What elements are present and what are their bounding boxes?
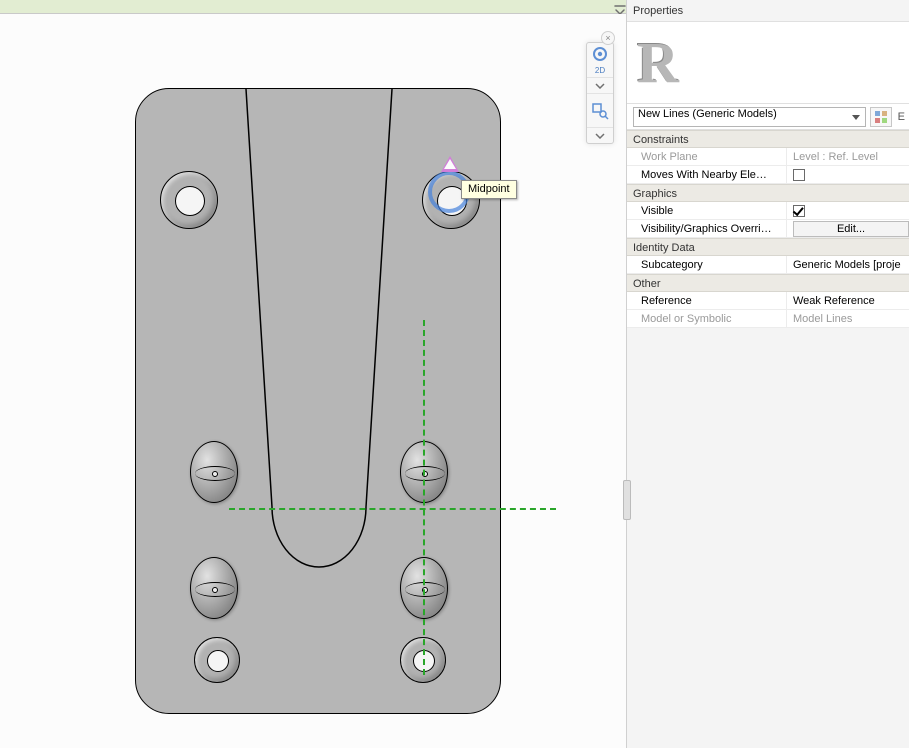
- panel-resize-handle[interactable]: [623, 480, 631, 520]
- prop-moves-with-nearby-label: Moves With Nearby Ele…: [627, 166, 787, 183]
- prop-work-plane-value: Level : Ref. Level: [787, 148, 909, 165]
- section-constraints-header[interactable]: Constraints: [627, 130, 909, 148]
- revit-logo-icon: R: [637, 29, 676, 96]
- navigation-bar: × 2D: [586, 42, 614, 144]
- prop-model-or-symbolic-label: Model or Symbolic: [627, 310, 787, 327]
- model-hole-top-left[interactable]: [160, 171, 218, 229]
- navbar-close-icon[interactable]: ×: [601, 31, 615, 45]
- prop-moves-with-nearby: Moves With Nearby Ele…: [627, 166, 909, 184]
- model-boss-lower-left[interactable]: [190, 557, 238, 619]
- visibility-overrides-edit-button[interactable]: Edit...: [793, 221, 909, 237]
- prop-work-plane-label: Work Plane: [627, 148, 787, 165]
- visible-checkbox[interactable]: [793, 205, 805, 217]
- section-graphics-header[interactable]: Graphics: [627, 184, 909, 202]
- edit-type-label-fragment: E: [896, 111, 905, 123]
- type-selector-dropdown[interactable]: New Lines (Generic Models): [633, 107, 866, 127]
- properties-blank-area: [627, 328, 909, 748]
- prop-subcategory-value[interactable]: Generic Models [proje: [787, 256, 909, 273]
- prop-visibility-overrides-label: Visibility/Graphics Overri…: [627, 220, 787, 237]
- properties-type-image: R: [627, 22, 909, 104]
- steering-wheel-mode-label: 2D: [591, 67, 609, 75]
- edit-type-button[interactable]: [870, 107, 892, 127]
- prop-visible-label: Visible: [627, 202, 787, 219]
- prop-subcategory: Subcategory Generic Models [proje: [627, 256, 909, 274]
- prop-model-or-symbolic-value: Model Lines: [787, 310, 909, 327]
- model-boss-upper-left[interactable]: [190, 441, 238, 503]
- prop-visibility-overrides: Visibility/Graphics Overri… Edit...: [627, 220, 909, 238]
- model-hole-bottom-left[interactable]: [194, 637, 240, 683]
- prop-reference-label: Reference: [627, 292, 787, 309]
- section-other-header[interactable]: Other: [627, 274, 909, 292]
- prop-subcategory-label: Subcategory: [627, 256, 787, 273]
- reference-crosshair-horizontal: [229, 508, 556, 510]
- steering-wheel-chevron-icon[interactable]: [587, 77, 613, 93]
- properties-panel-title: Properties: [627, 0, 909, 22]
- drawing-canvas[interactable]: Midpoint × 2D: [0, 14, 626, 748]
- snap-tooltip: Midpoint: [461, 180, 517, 199]
- zoom-chevron-icon[interactable]: [587, 127, 613, 143]
- properties-grid: Constraints Work Plane Level : Ref. Leve…: [627, 130, 909, 748]
- zoom-region-button[interactable]: [587, 93, 613, 127]
- prop-visible: Visible: [627, 202, 909, 220]
- type-selector-row: New Lines (Generic Models) E: [627, 104, 909, 130]
- prop-reference: Reference Weak Reference: [627, 292, 909, 310]
- prop-reference-value[interactable]: Weak Reference: [787, 292, 909, 309]
- moves-with-nearby-checkbox[interactable]: [793, 169, 805, 181]
- type-selector-value: New Lines (Generic Models): [638, 108, 777, 120]
- prop-model-or-symbolic: Model or Symbolic Model Lines: [627, 310, 909, 328]
- prop-work-plane: Work Plane Level : Ref. Level: [627, 148, 909, 166]
- section-identity-header[interactable]: Identity Data: [627, 238, 909, 256]
- reference-crosshair-vertical: [423, 320, 425, 675]
- model-u-slot: [228, 89, 410, 587]
- snap-midpoint-icon: [441, 156, 459, 172]
- properties-panel: Properties R New Lines (Generic Models) …: [626, 0, 909, 748]
- steering-wheel-button[interactable]: 2D: [587, 43, 613, 77]
